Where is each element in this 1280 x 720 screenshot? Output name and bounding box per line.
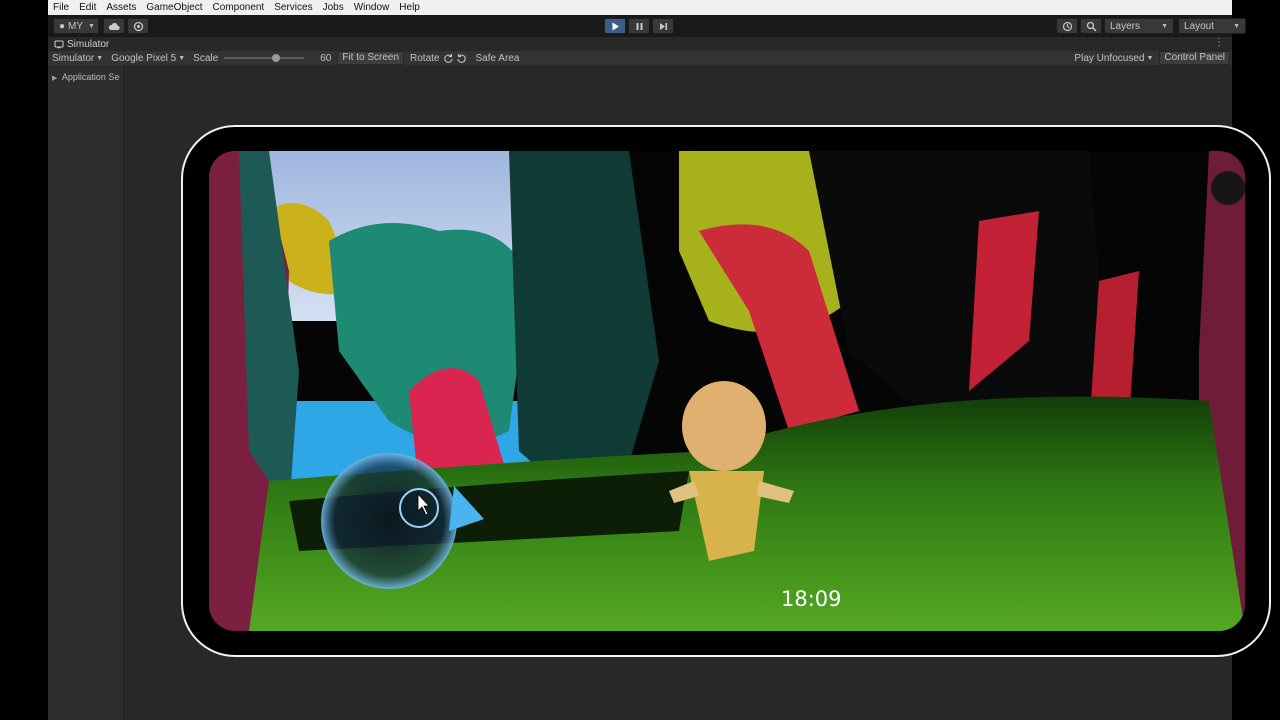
pause-button[interactable] — [628, 18, 650, 34]
game-scene — [209, 151, 1245, 631]
menu-bar: File Edit Assets GameObject Component Se… — [48, 0, 1232, 15]
character-head — [682, 381, 766, 471]
control-panel-button[interactable]: Control Panel — [1159, 51, 1230, 65]
rotate-label: Rotate — [410, 52, 440, 64]
menu-assets[interactable]: Assets — [101, 0, 141, 15]
search-button[interactable] — [1080, 18, 1102, 34]
layout-dropdown[interactable]: Layout ▼ — [1178, 18, 1246, 34]
chevron-down-icon: ▼ — [1233, 22, 1240, 30]
play-controls — [604, 18, 676, 34]
chevron-down-icon: ▼ — [178, 54, 186, 62]
rotate-control: Rotate — [406, 53, 471, 64]
collab-icon — [133, 21, 143, 31]
device-frame: 18:09 — [181, 125, 1271, 657]
unity-editor-window: File Edit Assets GameObject Component Se… — [48, 0, 1271, 720]
account-icon: ● — [59, 20, 66, 32]
menu-jobs[interactable]: Jobs — [318, 0, 349, 15]
toolbar-left-group: ● MY ▼ — [53, 18, 151, 34]
simulator-mode-label: Simulator — [52, 52, 95, 64]
cloud-button[interactable] — [103, 18, 125, 34]
simulator-controls-bar: Simulator ▼ Google Pixel 5 ▼ Scale 60 Fi… — [48, 51, 1232, 65]
scale-value: 60 — [320, 52, 332, 64]
history-icon — [1062, 21, 1072, 31]
expand-arrow-icon: ▶ — [52, 75, 58, 82]
main-toolbar: ● MY ▼ Layers ▼ Layout ▼ — [48, 15, 1246, 37]
search-icon — [1086, 21, 1096, 31]
chevron-down-icon: ▼ — [96, 54, 104, 62]
rotate-right-icon[interactable] — [456, 53, 467, 64]
play-mode-label: Play Unfocused — [1074, 52, 1145, 64]
chevron-down-icon: ▼ — [1146, 54, 1154, 62]
scale-slider-handle[interactable] — [272, 54, 281, 62]
window-tab-bar: Simulator ⋮ — [48, 37, 1232, 51]
rotate-left-icon[interactable] — [443, 53, 454, 64]
menu-edit[interactable]: Edit — [74, 0, 101, 15]
simulator-sidebar: ▶ Application Se — [48, 65, 124, 720]
collab-button[interactable] — [127, 18, 149, 34]
menu-component[interactable]: Component — [208, 0, 270, 15]
pause-icon — [636, 22, 642, 30]
layout-label: Layout — [1184, 20, 1215, 32]
safe-area-toggle[interactable]: Safe Area — [471, 53, 523, 64]
menu-services[interactable]: Services — [269, 0, 317, 15]
game-screen[interactable]: 18:09 — [209, 151, 1245, 631]
menu-window[interactable]: Window — [349, 0, 395, 15]
account-label: MY — [68, 20, 84, 32]
fit-to-screen-button[interactable]: Fit to Screen — [337, 51, 405, 65]
joystick-base — [321, 453, 457, 589]
step-icon — [659, 22, 667, 30]
sidebar-item-application-settings[interactable]: ▶ Application Se — [48, 65, 123, 82]
tab-simulator[interactable]: Simulator — [48, 39, 109, 50]
game-timer: 18:09 — [781, 587, 842, 611]
sidebar-item-label: Application Se — [61, 72, 120, 82]
menu-help[interactable]: Help — [394, 0, 425, 15]
scale-control: Scale 60 — [189, 53, 335, 64]
scale-label: Scale — [193, 52, 219, 64]
layers-dropdown[interactable]: Layers ▼ — [1104, 18, 1174, 34]
cloud-icon — [108, 22, 120, 30]
more-options-icon[interactable]: ⋮ — [1214, 37, 1224, 48]
menu-file[interactable]: File — [48, 0, 74, 15]
play-mode-dropdown[interactable]: Play Unfocused ▼ — [1070, 53, 1157, 64]
layers-label: Layers — [1110, 20, 1141, 32]
simulator-mode-dropdown[interactable]: Simulator ▼ — [48, 53, 107, 64]
chevron-down-icon: ▼ — [88, 22, 95, 30]
chevron-down-icon: ▼ — [1161, 22, 1168, 30]
account-dropdown[interactable]: ● MY ▼ — [53, 18, 99, 34]
device-dropdown[interactable]: Google Pixel 5 ▼ — [107, 53, 189, 64]
menu-gameobject[interactable]: GameObject — [141, 0, 207, 15]
tab-title-label: Simulator — [67, 38, 110, 50]
safe-area-label: Safe Area — [475, 52, 520, 64]
simulator-viewport: 18:09 — [125, 65, 1271, 720]
camera-cutout — [1211, 171, 1245, 205]
play-icon — [612, 22, 619, 30]
step-button[interactable] — [652, 18, 674, 34]
simulator-icon — [54, 40, 64, 49]
toolbar-right-group: Layers ▼ Layout ▼ — [1056, 18, 1246, 34]
device-label: Google Pixel 5 — [111, 52, 177, 64]
history-button[interactable] — [1056, 18, 1078, 34]
play-button[interactable] — [604, 18, 626, 34]
scale-slider[interactable] — [224, 54, 305, 62]
